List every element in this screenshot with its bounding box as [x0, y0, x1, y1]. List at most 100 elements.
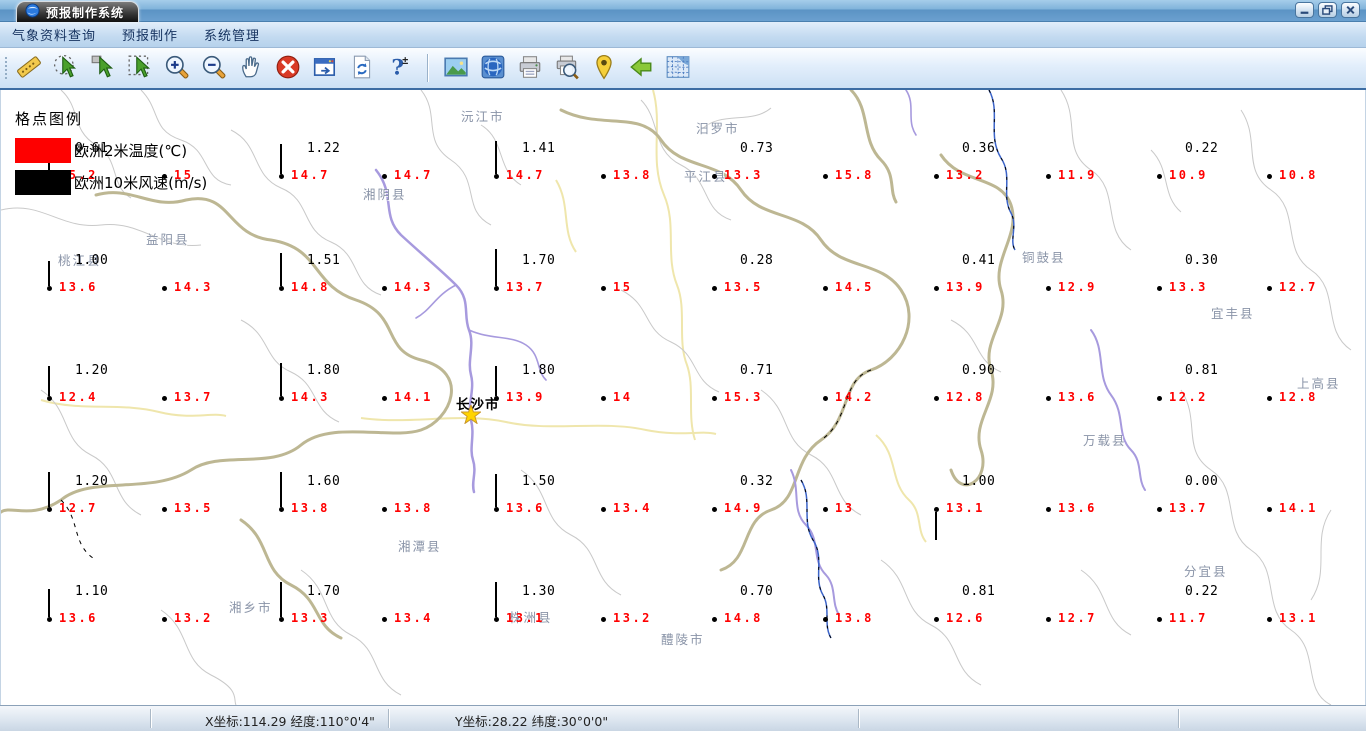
grid-point-dot — [934, 286, 939, 291]
select-features-icon — [53, 54, 79, 83]
temperature-value: 14.7 — [394, 168, 433, 182]
save-image-button[interactable] — [441, 53, 471, 83]
temperature-value: 14.3 — [394, 280, 433, 294]
pan-hand-button[interactable] — [236, 53, 266, 83]
globe-icon — [25, 2, 40, 22]
grid-point-dot — [601, 617, 606, 622]
wind-barb-line — [495, 366, 497, 396]
temperature-value: 10.8 — [1279, 168, 1318, 182]
temperature-value: 14.1 — [1279, 501, 1318, 515]
grid-point-dot — [1267, 174, 1272, 179]
city-label: 湘阴县 — [363, 187, 407, 202]
grid-point-dot — [382, 174, 387, 179]
temperature-value: 14.7 — [506, 168, 545, 182]
wind-barb-line — [48, 261, 50, 286]
temperature-value: 15.3 — [724, 390, 763, 404]
temperature-value: 12.8 — [946, 390, 985, 404]
grid-select-button[interactable] — [663, 53, 693, 83]
refresh-page-icon — [349, 54, 375, 83]
minimize-button[interactable] — [1295, 2, 1314, 18]
wind-speed-value: 1.60 — [307, 474, 341, 489]
identify-help-button[interactable]: ? ± — [384, 53, 414, 83]
temperature-value: 13.6 — [59, 611, 98, 625]
restore-button[interactable] — [1318, 2, 1337, 18]
temperature-value: 13.8 — [394, 501, 433, 515]
temperature-value: 15.8 — [835, 168, 874, 182]
temperature-value: 13.2 — [946, 168, 985, 182]
wind-speed-value: 1.00 — [962, 474, 996, 489]
wind-barb-line — [280, 253, 282, 286]
location-pin-button[interactable] — [589, 53, 619, 83]
grid-point-dot — [162, 507, 167, 512]
temperature-value: 13.6 — [506, 501, 545, 515]
titlebar: 预报制作系统 — [0, 0, 1366, 22]
grid-point-dot — [934, 174, 939, 179]
statusbar-separator — [1178, 709, 1179, 728]
save-image-icon — [443, 54, 469, 83]
wind-speed-value: 0.00 — [1185, 474, 1219, 489]
temperature-value: 14.3 — [174, 280, 213, 294]
select-box-button[interactable] — [125, 53, 155, 83]
measure-ruler-icon — [16, 54, 42, 83]
temperature-value: 13.3 — [1169, 280, 1208, 294]
measure-ruler-button[interactable] — [14, 53, 44, 83]
menu-item-system-management[interactable]: 系统管理 — [204, 25, 260, 44]
temperature-value: 13.1 — [506, 611, 545, 625]
temperature-value: 13.2 — [174, 611, 213, 625]
grid-point-dot — [601, 174, 606, 179]
zoom-in-button[interactable] — [162, 53, 192, 83]
select-arrow-button[interactable] — [88, 53, 118, 83]
refresh-page-button[interactable] — [347, 53, 377, 83]
wind-speed-value: 0.73 — [740, 141, 774, 156]
temperature-value: 10.9 — [1169, 168, 1208, 182]
globe-view-button[interactable] — [478, 53, 508, 83]
legend-wind-label: 欧洲10米风速(m/s) — [74, 174, 208, 192]
select-features-button[interactable] — [51, 53, 81, 83]
map-canvas[interactable]: 15.2 0.61 15 14.7 1.22 14.7 14.7 1.41 13.8 13.3 0.… — [0, 90, 1366, 705]
zoom-out-button[interactable] — [199, 53, 229, 83]
print-icon — [517, 54, 543, 83]
export-window-button[interactable] — [310, 53, 340, 83]
grid-point-dot — [279, 396, 284, 401]
temperature-value: 14.9 — [724, 501, 763, 515]
wind-barb-line — [495, 249, 497, 286]
temperature-value: 13.3 — [724, 168, 763, 182]
temperature-value: 13.1 — [1279, 611, 1318, 625]
close-button[interactable] — [1341, 2, 1360, 18]
print-preview-button[interactable] — [552, 53, 582, 83]
grid-point-dot — [1267, 617, 1272, 622]
wind-speed-value: 1.51 — [307, 253, 341, 268]
grid-point-dot — [601, 396, 606, 401]
grid-point-dot — [712, 174, 717, 179]
back-arrow-button[interactable] — [626, 53, 656, 83]
temperature-value: 13.4 — [613, 501, 652, 515]
grid-point-dot — [1046, 617, 1051, 622]
grid-point-dot — [47, 396, 52, 401]
wind-barb-line — [935, 512, 937, 540]
wind-barb-line — [495, 474, 497, 507]
temperature-value: 13.1 — [946, 501, 985, 515]
zoom-in-icon — [164, 54, 190, 83]
menu-item-weather-data-query[interactable]: 气象资料查询 — [12, 25, 96, 44]
wind-speed-value: 0.90 — [962, 363, 996, 378]
temperature-value: 12.2 — [1169, 390, 1208, 404]
print-button[interactable] — [515, 53, 545, 83]
toolbar: ? ± — [0, 48, 1366, 90]
temperature-value: 14.7 — [291, 168, 330, 182]
temperature-value: 14.1 — [394, 390, 433, 404]
city-label: 汨罗市 — [696, 121, 740, 136]
select-box-icon — [127, 54, 153, 83]
window-controls — [1295, 2, 1360, 18]
menu-item-forecast-production[interactable]: 预报制作 — [122, 25, 178, 44]
grid-point-dot — [601, 286, 606, 291]
menubar: 气象资料查询 预报制作 系统管理 — [0, 22, 1366, 48]
wind-barb-line — [48, 366, 50, 396]
wind-speed-value: 1.41 — [522, 141, 556, 156]
city-label: 湘乡市 — [229, 600, 273, 615]
zoom-out-icon — [201, 54, 227, 83]
temperature-value: 12.9 — [1058, 280, 1097, 294]
grid-point-dot — [162, 396, 167, 401]
cancel-button[interactable] — [273, 53, 303, 83]
legend-temperature-label: 欧洲2米温度(℃) — [74, 142, 188, 160]
location-pin-icon — [591, 54, 617, 83]
